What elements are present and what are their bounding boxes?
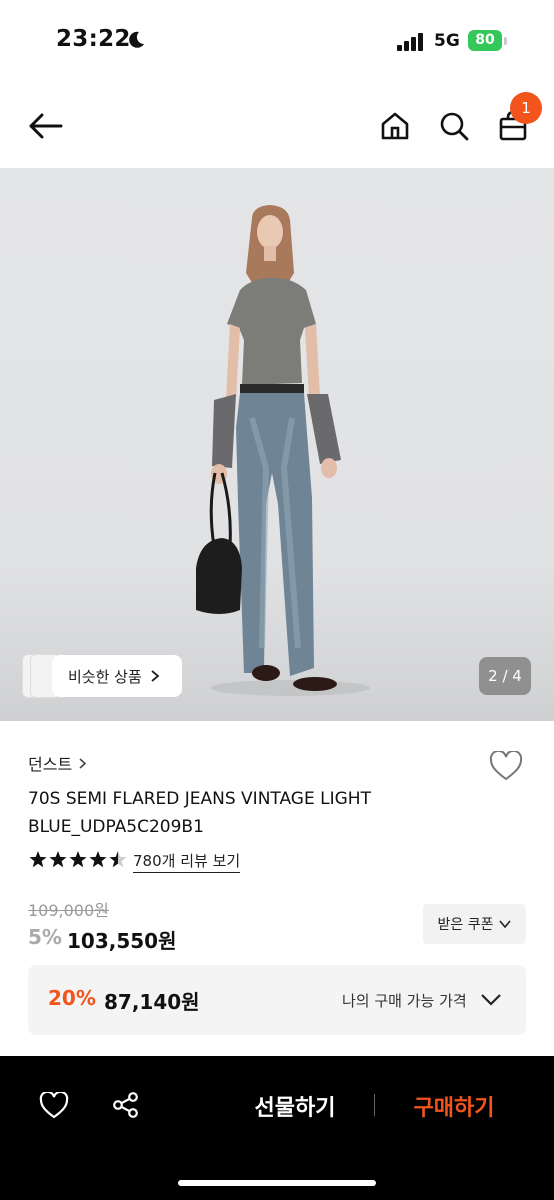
- gift-button[interactable]: 선물하기: [230, 1090, 360, 1122]
- chevron-right-icon: [79, 757, 87, 769]
- search-icon: [440, 112, 469, 141]
- star-icon: [109, 851, 127, 868]
- moon-icon: [126, 30, 146, 54]
- status-time: 23:22: [56, 26, 131, 52]
- share-icon: [113, 1092, 138, 1118]
- chevron-right-icon: [151, 670, 160, 682]
- sale-price: 103,550원: [67, 929, 177, 953]
- coupon-button[interactable]: 받은 쿠폰: [423, 904, 526, 944]
- battery-level: 80: [475, 32, 495, 48]
- share-button[interactable]: [106, 1086, 146, 1124]
- bottom-wishlist-button[interactable]: [34, 1086, 74, 1124]
- star-icon: [89, 851, 107, 868]
- original-price: 109,000원: [28, 901, 109, 920]
- chevron-down-icon: [481, 994, 501, 1006]
- my-price-label: 나의 구매 가능 가격: [342, 992, 467, 1010]
- wishlist-button[interactable]: [486, 748, 526, 784]
- network-type: 5G: [434, 31, 460, 51]
- cart-count-badge: 1: [510, 92, 542, 124]
- home-button[interactable]: [374, 106, 416, 146]
- battery-icon: 80: [468, 30, 508, 53]
- similar-products-button[interactable]: 비슷한 상품: [52, 655, 182, 697]
- bar-divider: [374, 1094, 375, 1116]
- my-discount-rate: 20%: [48, 986, 96, 1010]
- home-icon: [381, 112, 409, 140]
- brand-name: 던스트: [28, 755, 73, 774]
- buy-button[interactable]: 구매하기: [392, 1090, 516, 1122]
- model-photo: [196, 205, 370, 696]
- coupon-label: 받은 쿠폰: [437, 917, 494, 933]
- star-icon: [29, 851, 47, 868]
- signal-icon: [397, 33, 425, 55]
- similar-products-label: 비슷한 상품: [68, 667, 142, 686]
- bottom-action-bar: 선물하기 구매하기: [0, 1056, 554, 1200]
- star-rating-icon: [29, 851, 127, 868]
- check-icon: [499, 920, 512, 929]
- my-price-panel[interactable]: 20% 87,140원 나의 구매 가능 가격: [28, 965, 526, 1035]
- discount-rate: 5%: [28, 925, 62, 949]
- star-icon: [49, 851, 67, 868]
- rating-stars: [28, 850, 128, 870]
- product-image[interactable]: 비슷한 상품 2 / 4: [0, 168, 554, 721]
- heart-icon: [39, 1091, 69, 1118]
- image-pager: 2 / 4: [479, 657, 531, 695]
- heart-icon: [489, 751, 523, 781]
- back-button[interactable]: [24, 106, 66, 146]
- my-price-value: 87,140원: [104, 990, 200, 1014]
- home-indicator: [178, 1180, 376, 1186]
- search-button[interactable]: [433, 106, 475, 146]
- back-arrow-icon: [29, 113, 63, 139]
- product-name: 70S SEMI FLARED JEANS VINTAGE LIGHT BLUE…: [28, 789, 371, 837]
- review-link[interactable]: 780개 리뷰 보기: [133, 850, 241, 873]
- star-icon: [69, 851, 87, 868]
- brand-link[interactable]: 던스트: [28, 751, 87, 775]
